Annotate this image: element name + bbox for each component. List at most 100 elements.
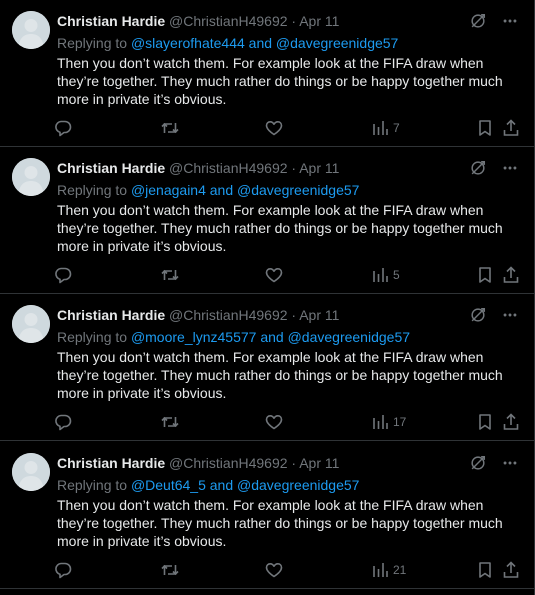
reply-icon [55, 120, 72, 137]
views-icon [373, 563, 388, 577]
bookmark-button[interactable] [475, 116, 495, 140]
tweet-action-bar: 5 [53, 263, 525, 287]
share-button[interactable] [501, 558, 521, 582]
more-icon[interactable] [500, 453, 520, 473]
reply-button[interactable] [53, 410, 73, 434]
reply-mention-link[interactable]: @jenagain4 and @davegreenidge57 [131, 182, 360, 198]
mention-first[interactable]: @jenagain4 [131, 182, 206, 198]
grok-icon[interactable] [468, 305, 488, 325]
tweet-date[interactable]: Apr 11 [299, 307, 339, 323]
share-icon [503, 413, 519, 430]
retweet-button[interactable] [160, 410, 180, 434]
grok-icon[interactable] [468, 158, 488, 178]
retweet-icon [161, 122, 179, 134]
reply-button[interactable] [53, 558, 73, 582]
separator-dot: · [291, 455, 297, 471]
replying-prefix: Replying to [57, 477, 128, 493]
tweet-item[interactable]: Christian Hardie @ChristianH49692 · Apr … [0, 294, 534, 441]
tweet-date[interactable]: Apr 11 [299, 13, 339, 29]
share-button[interactable] [501, 116, 521, 140]
replying-to: Replying to @jenagain4 and @davegreenidg… [57, 180, 359, 200]
bookmark-icon [479, 120, 491, 136]
reply-mention-link[interactable]: @moore_lynz45577 and @davegreenidge57 [131, 329, 410, 345]
views-button[interactable]: 17 [371, 410, 406, 434]
like-button[interactable] [264, 263, 284, 287]
tweet-date[interactable]: Apr 11 [299, 160, 339, 176]
mention-first[interactable]: @Deut64_5 [131, 477, 206, 493]
tweet-item[interactable]: Christian Hardie @ChristianH49692 · Apr … [0, 0, 534, 147]
mention-first[interactable]: @moore_lynz45577 [131, 329, 257, 345]
reply-button[interactable] [53, 116, 73, 140]
author-name[interactable]: Christian Hardie [57, 455, 165, 471]
like-icon [265, 121, 283, 136]
separator-dot: · [291, 13, 297, 29]
tweet-item[interactable]: Christian Hardie @ChristianH49692 · Apr … [0, 147, 534, 294]
bookmark-icon [479, 562, 491, 578]
view-count: 5 [393, 268, 400, 282]
reply-mention-link[interactable]: @Deut64_5 and @davegreenidge57 [131, 477, 360, 493]
views-icon [373, 415, 388, 429]
more-icon[interactable] [500, 158, 520, 178]
tweet-header: Christian Hardie @ChristianH49692 · Apr … [57, 453, 339, 473]
author-handle[interactable]: @ChristianH49692 [169, 455, 288, 471]
tweet-date[interactable]: Apr 11 [299, 455, 339, 471]
views-button[interactable]: 7 [371, 116, 400, 140]
mention-second[interactable]: @davegreenidge57 [276, 35, 398, 51]
default-avatar-icon[interactable] [12, 453, 50, 491]
author-handle[interactable]: @ChristianH49692 [169, 13, 288, 29]
grok-icon[interactable] [468, 453, 488, 473]
replying-to: Replying to @Deut64_5 and @davegreenidge… [57, 475, 359, 495]
views-button[interactable]: 21 [371, 558, 406, 582]
tweet-text: Then you don’t watch them. For example l… [57, 349, 503, 401]
tweet-text: Then you don’t watch them. For example l… [57, 497, 503, 549]
view-count: 17 [393, 415, 407, 429]
tweet-action-bar: 17 [53, 410, 525, 434]
author-name[interactable]: Christian Hardie [57, 13, 165, 29]
mention-second[interactable]: @davegreenidge57 [237, 477, 359, 493]
reply-button[interactable] [53, 263, 73, 287]
view-count: 21 [393, 563, 407, 577]
tweet-top-actions [468, 453, 520, 473]
tweet-action-bar: 7 [53, 116, 525, 140]
retweet-button[interactable] [160, 558, 180, 582]
author-handle[interactable]: @ChristianH49692 [169, 160, 288, 176]
tweet-top-actions [468, 11, 520, 31]
more-icon[interactable] [500, 305, 520, 325]
bookmark-button[interactable] [475, 410, 495, 434]
default-avatar-icon[interactable] [12, 305, 50, 343]
tweet-item[interactable]: Christian Hardie @ChristianH49692 · Apr … [0, 442, 534, 589]
retweet-button[interactable] [160, 263, 180, 287]
like-button[interactable] [264, 410, 284, 434]
views-button[interactable]: 5 [371, 263, 400, 287]
retweet-icon [161, 564, 179, 576]
more-icon[interactable] [500, 11, 520, 31]
author-name[interactable]: Christian Hardie [57, 160, 165, 176]
replying-prefix: Replying to [57, 35, 128, 51]
separator-dot: · [291, 307, 297, 323]
default-avatar-icon[interactable] [12, 11, 50, 49]
mention-second[interactable]: @davegreenidge57 [237, 182, 359, 198]
grok-icon[interactable] [468, 11, 488, 31]
like-button[interactable] [264, 116, 284, 140]
reply-mention-link[interactable]: @slayerofhate444 and @davegreenidge57 [131, 35, 398, 51]
default-avatar-icon[interactable] [12, 158, 50, 196]
retweet-button[interactable] [160, 116, 180, 140]
mention-second[interactable]: @davegreenidge57 [288, 329, 410, 345]
tweet-top-actions [468, 305, 520, 325]
share-button[interactable] [501, 263, 521, 287]
like-icon [265, 268, 283, 283]
replying-prefix: Replying to [57, 329, 128, 345]
like-button[interactable] [264, 558, 284, 582]
tweet-text: Then you don’t watch them. For example l… [57, 55, 503, 107]
tweet-top-actions [468, 158, 520, 178]
bookmark-button[interactable] [475, 263, 495, 287]
author-name[interactable]: Christian Hardie [57, 307, 165, 323]
mention-first[interactable]: @slayerofhate444 [131, 35, 245, 51]
bookmark-button[interactable] [475, 558, 495, 582]
author-handle[interactable]: @ChristianH49692 [169, 307, 288, 323]
share-icon [503, 561, 519, 578]
reply-icon [55, 267, 72, 284]
reply-icon [55, 562, 72, 579]
tweet-text: Then you don’t watch them. For example l… [57, 202, 503, 254]
share-button[interactable] [501, 410, 521, 434]
